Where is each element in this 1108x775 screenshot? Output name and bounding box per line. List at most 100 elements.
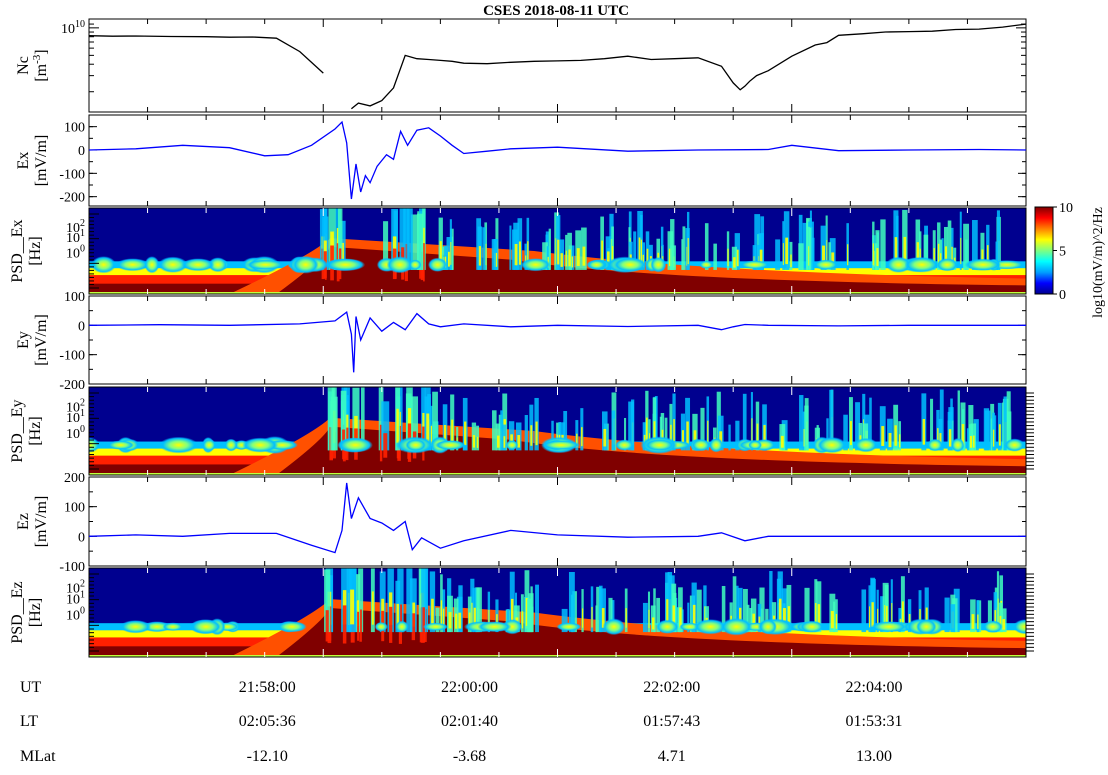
spectrogram-streak: [686, 421, 689, 446]
spectrogram-blob: [276, 621, 307, 633]
spectrogram-blob: [144, 256, 160, 274]
spectrogram-streak: [977, 614, 979, 629]
spectrogram-streak: [342, 605, 347, 644]
panel-psd_ey: PSD__Ey [Hz]102101100: [9, 386, 1034, 476]
spectrogram-blob: [325, 258, 366, 272]
panel-background: [89, 19, 1026, 112]
spectrogram-streak: [798, 243, 804, 270]
row-label-mlat: MLat: [20, 748, 56, 765]
panels: Nc [m-3]1010Ex [mV/m]1000-100-200PSD__Ex [H…: [9, 18, 1034, 658]
spectrogram-streak: [524, 415, 528, 451]
spectrogram-streak: [472, 435, 476, 448]
spectrogram-streak: [527, 598, 532, 633]
spectrogram-streak: [371, 591, 374, 625]
spectrogram-blob: [224, 438, 238, 452]
row-value: 02:01:40: [441, 713, 498, 730]
spectrogram-streak: [625, 608, 627, 628]
spectrogram-blob: [292, 255, 319, 274]
spectrogram-streak: [733, 257, 736, 268]
row-label-lt: LT: [20, 713, 38, 730]
y-axis-unit: [mV/m]: [33, 135, 50, 187]
spectrogram-blob: [541, 440, 581, 450]
y-tick-label: -200: [59, 378, 85, 393]
spectrogram-streak: [652, 617, 655, 630]
y-tick-label: 100: [64, 501, 85, 516]
spectrogram-streak: [950, 604, 956, 633]
spectrogram-blob: [159, 436, 199, 454]
panel-ex: Ex [mV/m] 100 0 -100 -200: [15, 114, 1027, 207]
y-tick-label: 100: [64, 121, 85, 136]
y-axis-unit: [Hz]: [27, 598, 44, 627]
spectrogram-streak: [876, 248, 879, 266]
spectrogram-blob: [656, 619, 679, 634]
spectrogram-streak: [992, 429, 995, 447]
spectrogram-blob: [242, 437, 279, 453]
y-tick-label: 200: [64, 471, 85, 486]
y-tick-label: 100: [64, 290, 85, 305]
spectrogram-blob: [106, 440, 135, 450]
spectrogram-blob: [644, 439, 675, 452]
spectrogram-streak: [350, 589, 355, 625]
spectrogram-blob: [337, 437, 373, 453]
spectrogram-streak: [389, 606, 393, 643]
spectrogram-blob: [813, 259, 839, 270]
spectrogram-streak: [557, 239, 560, 265]
spectrogram-streak: [727, 248, 729, 267]
spectrogram-blob: [408, 259, 422, 271]
spectrogram-blob: [613, 257, 647, 272]
spectrogram-streak: [591, 606, 593, 628]
y-tick-label: 100: [66, 605, 85, 623]
spectrogram-streak: [782, 243, 784, 266]
spectrogram-streak: [448, 612, 452, 629]
spectrogram-streak: [1002, 619, 1006, 630]
spectrogram-blob: [190, 619, 222, 635]
spectrogram-blob: [854, 437, 878, 453]
spectrogram-streak: [944, 597, 950, 633]
spectrogram-streak: [861, 589, 867, 633]
figure-title: CSES 2018-08-11 UTC: [483, 3, 629, 19]
spectrogram-blob: [709, 437, 724, 453]
spectrogram-streak: [582, 246, 586, 266]
panel-ez: Ez [mV/m] 200 100 0 -100: [15, 471, 1027, 575]
spectrogram-streak: [476, 436, 479, 448]
spectrogram-streak: [565, 250, 567, 267]
spectrogram-blob: [1004, 438, 1025, 452]
spectrogram-blob: [556, 622, 582, 632]
spectrogram-streak: [383, 433, 388, 458]
spectrogram-streak: [458, 612, 462, 629]
row-value: 01:57:43: [643, 713, 700, 730]
spectrogram-streak: [780, 435, 784, 448]
spectrogram-streak: [872, 243, 874, 266]
colorbar-tick-label: 0: [1059, 288, 1066, 303]
spectrogram-blob: [650, 257, 667, 273]
spectrogram-streak: [396, 408, 399, 443]
spectrogram-streak: [830, 610, 834, 629]
row-label-ut: UT: [20, 679, 42, 696]
spectrogram-blob: [427, 257, 448, 272]
spectrogram-streak: [808, 227, 812, 270]
row-value: -3.68: [453, 748, 486, 765]
spectrogram-streak: [922, 419, 926, 445]
spectrogram-streak: [535, 421, 538, 446]
spectrogram-streak: [560, 253, 563, 267]
row-value: -12.10: [247, 748, 288, 765]
spectrogram-blob: [759, 619, 777, 635]
row-value: 22:02:00: [643, 679, 700, 696]
spectrogram: [89, 568, 1026, 657]
y-axis-label: PSD__Ey: [9, 399, 26, 462]
spectrogram-streak: [728, 424, 731, 451]
spectrogram-blob: [951, 437, 965, 453]
spectrogram-blob: [395, 620, 409, 633]
spectrogram-streak: [948, 429, 952, 447]
y-axis-label: PSD__Ez: [9, 581, 26, 643]
spectrogram-streak: [576, 248, 580, 266]
spectrogram-streak: [514, 243, 518, 266]
spectrogram-streak: [835, 614, 838, 629]
spectrogram-blob: [870, 621, 908, 633]
spectrogram-streak: [785, 237, 788, 265]
row-value: 13.00: [856, 748, 892, 765]
spectrogram-streak: [423, 243, 425, 282]
spectrogram-streak: [670, 219, 675, 270]
panel-background: [89, 477, 1026, 566]
y-tick-label: 1010: [61, 19, 85, 37]
